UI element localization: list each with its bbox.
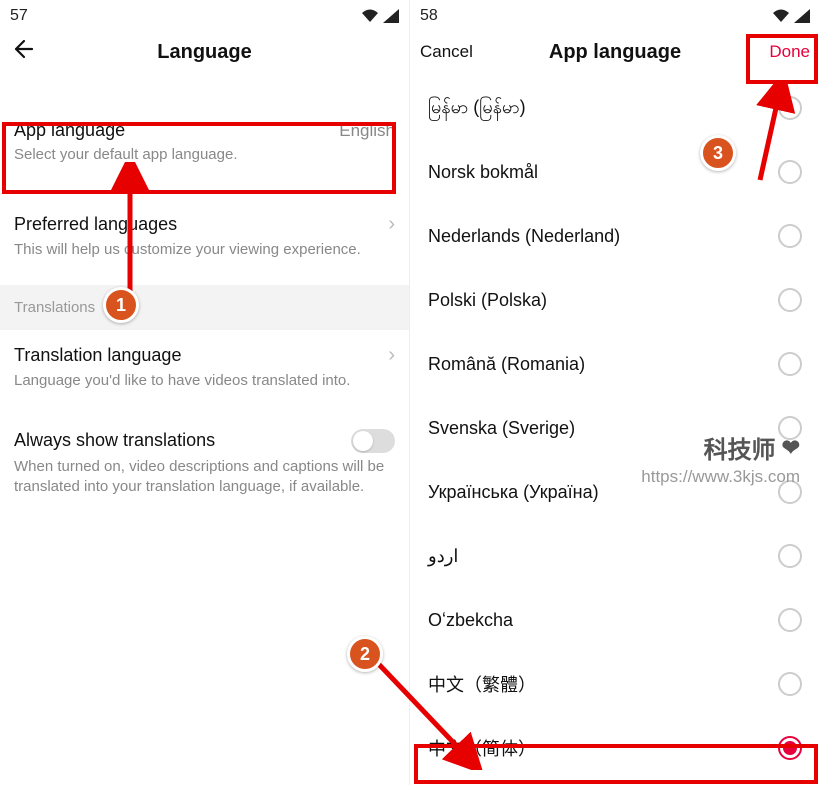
language-option[interactable]: اردو xyxy=(428,524,802,588)
radio-button[interactable] xyxy=(778,352,802,376)
language-label: Nederlands (Nederland) xyxy=(428,226,620,247)
annotation-badge-1: 1 xyxy=(103,287,139,323)
screen-language-settings: 57 Language App language English Select … xyxy=(0,0,410,785)
annotation-badge-3: 3 xyxy=(700,135,736,171)
watermark-url: https://www.3kjs.com xyxy=(641,467,800,487)
wifi-icon xyxy=(772,9,790,23)
annotation-box-3 xyxy=(746,34,818,84)
language-label: Svenska (Sverige) xyxy=(428,418,575,439)
always-show-sub: When turned on, video descriptions and c… xyxy=(14,457,395,498)
page-title: App language xyxy=(480,41,750,64)
language-label: Română (Romania) xyxy=(428,354,585,375)
translations-section-header: Translations xyxy=(0,285,409,330)
annotation-arrow-2 xyxy=(355,600,485,770)
wifi-icon xyxy=(361,9,379,23)
language-label: اردو xyxy=(428,546,458,567)
cancel-button[interactable]: Cancel xyxy=(420,42,480,62)
status-icons xyxy=(772,9,810,23)
back-button[interactable] xyxy=(10,37,40,68)
radio-button[interactable] xyxy=(778,608,802,632)
status-time: 57 xyxy=(10,7,28,25)
status-bar: 58 xyxy=(410,0,820,28)
watermark-text: 科技师 xyxy=(704,430,776,465)
cell-signal-icon xyxy=(383,9,399,23)
language-option[interactable]: Polski (Polska) xyxy=(428,268,802,332)
radio-button[interactable] xyxy=(778,544,802,568)
preferred-languages-row[interactable]: Preferred languages › This will help us … xyxy=(14,199,395,266)
back-arrow-icon xyxy=(10,37,34,61)
translation-language-label: Translation language xyxy=(14,345,181,366)
language-label: မြန်မာ (မြန်မာ) xyxy=(428,95,526,122)
preferred-languages-sub: This will help us customize your viewing… xyxy=(14,240,395,260)
language-label: Polski (Polska) xyxy=(428,290,547,311)
annotation-arrow-3 xyxy=(740,80,800,245)
translation-language-row[interactable]: Translation language › Language you'd li… xyxy=(14,330,395,397)
radio-button[interactable] xyxy=(778,672,802,696)
language-label: Norsk bokmål xyxy=(428,162,538,183)
language-option[interactable]: Română (Romania) xyxy=(428,332,802,396)
watermark: 科技师❤ https://www.3kjs.com xyxy=(641,430,800,487)
always-show-toggle[interactable] xyxy=(351,429,395,453)
page-title: Language xyxy=(40,41,369,64)
status-icons xyxy=(361,9,399,23)
annotation-badge-2: 2 xyxy=(347,636,383,672)
translation-language-sub: Language you'd like to have videos trans… xyxy=(14,371,395,391)
status-bar: 57 xyxy=(0,0,409,28)
chevron-right-icon: › xyxy=(388,213,395,236)
language-label: Українська (Україна) xyxy=(428,482,599,503)
chevron-right-icon: › xyxy=(388,344,395,367)
header: Language xyxy=(0,28,409,76)
always-show-translations-row: Always show translations When turned on,… xyxy=(14,415,395,504)
status-time: 58 xyxy=(420,7,438,25)
cell-signal-icon xyxy=(794,9,810,23)
radio-button[interactable] xyxy=(778,288,802,312)
annotation-box-1 xyxy=(2,122,396,194)
always-show-label: Always show translations xyxy=(14,430,215,451)
heart-icon: ❤ xyxy=(782,435,800,461)
